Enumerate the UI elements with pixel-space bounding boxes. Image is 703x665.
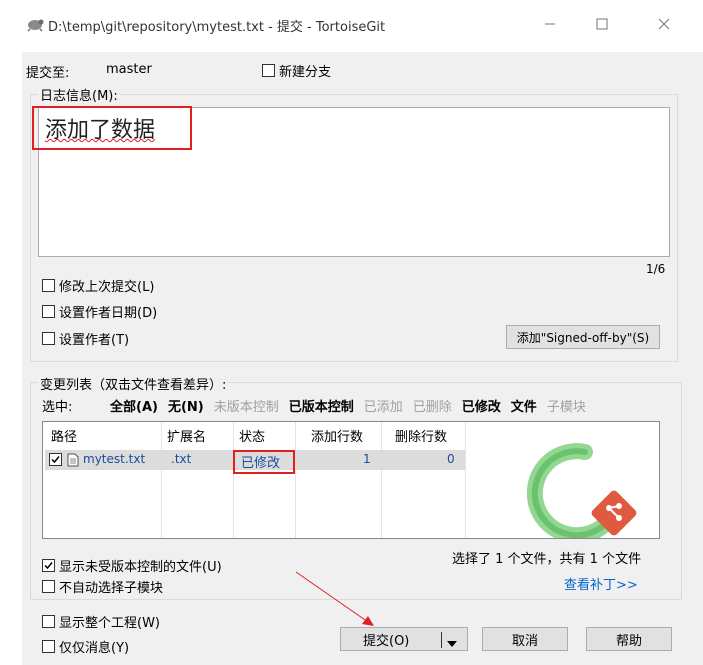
help-button[interactable]: 帮助: [586, 627, 672, 651]
column-header-status[interactable]: 状态: [239, 422, 265, 448]
filter-submodules: 子模块: [546, 400, 586, 415]
filter-deleted: 已删除: [412, 400, 452, 415]
file-list[interactable]: 路径 扩展名 状态 添加行数 删除行数 mytest.txt .txt 已修改 …: [42, 421, 660, 539]
selection-summary: 选择了 1 个文件，共有 1 个文件: [452, 552, 642, 567]
new-branch-label: 新建分支: [279, 65, 332, 80]
log-message-group-label: 日志信息(M):: [38, 85, 120, 104]
message-line-counter: 1/6: [646, 262, 666, 276]
filter-all[interactable]: 全部(A): [110, 396, 158, 415]
column-divider: [295, 422, 296, 538]
text-file-icon: [67, 453, 79, 471]
annotation-highlight-box: [32, 106, 192, 150]
row-checkbox[interactable]: [49, 453, 62, 466]
status-annotation-box: [233, 450, 295, 474]
filter-none[interactable]: 无(N): [168, 396, 204, 415]
no-autoselect-submodules-checkbox[interactable]: 不自动选择子模块: [42, 577, 163, 596]
changes-group-label: 变更列表（双击文件查看差异）:: [38, 374, 229, 393]
view-patch-link[interactable]: 查看补丁>>: [564, 574, 638, 593]
set-author-checkbox[interactable]: 设置作者(T): [42, 329, 129, 348]
title-bar: D:\temp\git\repository\mytest.txt - 提交 -…: [0, 0, 703, 52]
checkbox-box[interactable]: [42, 580, 55, 593]
checkbox-box[interactable]: [42, 559, 55, 572]
checkbox-box[interactable]: [42, 305, 55, 318]
checkbox-box[interactable]: [42, 640, 55, 653]
show-unversioned-checkbox[interactable]: 显示未受版本控制的文件(U): [42, 556, 222, 575]
show-whole-project-label: 显示整个工程(W): [59, 616, 160, 631]
show-whole-project-checkbox[interactable]: 显示整个工程(W): [42, 612, 160, 631]
split-divider: [441, 632, 442, 648]
message-only-checkbox[interactable]: 仅仅消息(Y): [42, 637, 129, 656]
minimize-button[interactable]: [528, 8, 572, 40]
checkbox-box[interactable]: [262, 64, 275, 77]
checkbox-box[interactable]: [42, 615, 55, 628]
set-author-label: 设置作者(T): [59, 333, 130, 348]
column-divider: [381, 422, 382, 538]
minimize-icon: [544, 18, 556, 30]
branch-name: master: [106, 62, 152, 77]
filter-modified[interactable]: 已修改: [462, 396, 501, 415]
column-divider: [161, 422, 162, 538]
filter-unversioned: 未版本控制: [213, 400, 279, 415]
message-only-label: 仅仅消息(Y): [59, 641, 130, 656]
cancel-button[interactable]: 取消: [482, 627, 568, 651]
dropdown-arrow-icon[interactable]: [447, 636, 457, 651]
annotation-arrow: [295, 571, 374, 626]
row-deleted-lines: 0: [447, 452, 455, 466]
filter-added: 已添加: [363, 400, 403, 415]
filter-files[interactable]: 文件: [511, 396, 537, 415]
select-label: 选中:: [42, 400, 73, 415]
window-title: D:\temp\git\repository\mytest.txt - 提交 -…: [48, 20, 386, 35]
filter-links: 全部(A) 无(N) 未版本控制 已版本控制 已添加 已删除 已修改 文件 子模…: [110, 396, 586, 415]
filter-versioned[interactable]: 已版本控制: [289, 396, 354, 415]
row-path: mytest.txt: [83, 452, 146, 466]
close-button[interactable]: [642, 8, 686, 40]
close-icon: [658, 18, 670, 30]
row-added-lines: 1: [363, 452, 371, 466]
column-divider: [465, 422, 466, 538]
checkbox-box[interactable]: [42, 279, 55, 292]
tortoisegit-logo-icon: [505, 440, 645, 538]
commit-to-label: 提交至:: [26, 66, 70, 81]
tortoisegit-icon: [26, 16, 44, 32]
signed-off-by-button[interactable]: 添加"Signed-off-by"(S): [506, 325, 660, 349]
column-header-path[interactable]: 路径: [51, 422, 77, 448]
column-divider: [233, 422, 234, 538]
amend-label: 修改上次提交(L): [59, 280, 155, 295]
no-autoselect-label: 不自动选择子模块: [59, 581, 164, 596]
checkbox-box[interactable]: [42, 332, 55, 345]
column-header-added-lines[interactable]: 添加行数: [311, 422, 363, 448]
set-author-date-checkbox[interactable]: 设置作者日期(D): [42, 302, 157, 321]
row-extension: .txt: [171, 452, 192, 466]
set-author-date-label: 设置作者日期(D): [59, 306, 158, 321]
amend-checkbox[interactable]: 修改上次提交(L): [42, 276, 154, 295]
show-unversioned-label: 显示未受版本控制的文件(U): [59, 560, 222, 575]
maximize-icon: [596, 18, 608, 30]
column-header-deleted-lines[interactable]: 删除行数: [395, 422, 447, 448]
maximize-button[interactable]: [580, 8, 624, 40]
column-header-extension[interactable]: 扩展名: [167, 422, 206, 448]
new-branch-checkbox[interactable]: 新建分支: [262, 61, 331, 80]
